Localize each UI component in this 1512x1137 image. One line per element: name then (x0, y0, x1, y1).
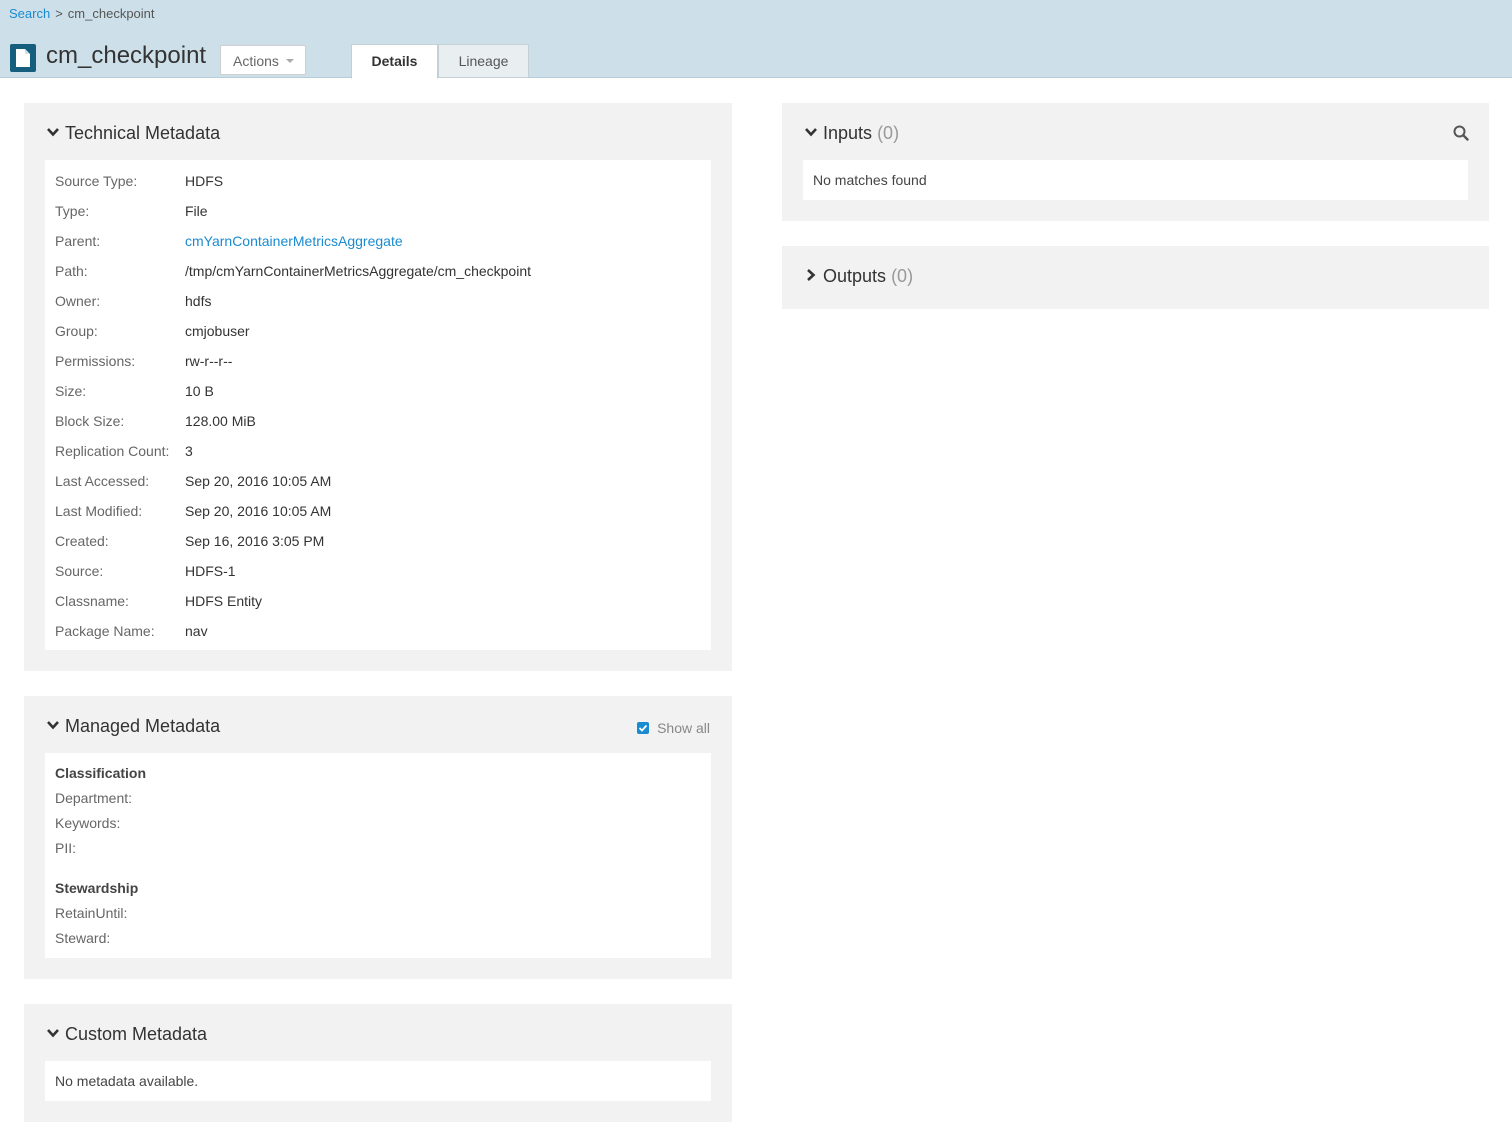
tm-label: Classname: (55, 593, 129, 609)
tm-value: hdfs (185, 293, 212, 309)
technical-metadata-body: Source Type: HDFS Type: File Parent: cmYarn… (45, 160, 711, 650)
tm-label: Source Type: (55, 173, 138, 189)
tm-label: Block Size: (55, 413, 125, 429)
page-title: cm_checkpoint (46, 42, 207, 69)
tm-value: 128.00 MiB (185, 413, 256, 429)
field-retain-until: RetainUntil: (55, 905, 128, 921)
inputs-empty: No matches found (813, 172, 927, 188)
chevron-down-icon (47, 721, 59, 730)
tm-label: Package Name: (55, 623, 155, 639)
outputs-header[interactable]: Outputs (0) (804, 266, 913, 287)
managed-metadata-header[interactable]: Managed Metadata (46, 716, 220, 737)
chevron-down-icon (805, 128, 817, 137)
chevron-right-icon (807, 269, 816, 282)
custom-metadata-panel: Custom Metadata No metadata available. (24, 1004, 732, 1122)
inputs-title: Inputs (823, 123, 873, 143)
actions-dropdown-button[interactable]: Actions (220, 45, 306, 75)
field-steward: Steward: (55, 930, 111, 946)
caret-down-icon (286, 59, 294, 63)
chevron-down-icon (47, 128, 59, 137)
file-icon (10, 44, 36, 72)
search-icon[interactable] (1453, 125, 1469, 141)
technical-metadata-header[interactable]: Technical Metadata (46, 123, 220, 144)
tm-value: HDFS (185, 173, 224, 189)
tm-label: Type: (55, 203, 90, 219)
tm-label: Created: (55, 533, 109, 549)
tm-value: 3 (185, 443, 193, 459)
inputs-body: No matches found (803, 160, 1468, 200)
tm-label: Last Modified: (55, 503, 143, 519)
custom-metadata-empty: No metadata available. (55, 1073, 199, 1089)
tab-lineage[interactable]: Lineage (438, 44, 529, 78)
breadcrumb-current: cm_checkpoint (67, 6, 155, 21)
chevron-down-icon (47, 1029, 59, 1038)
managed-metadata-panel: Managed Metadata Show all Classification… (24, 696, 732, 979)
inputs-panel: Inputs (0) No matches found (782, 103, 1489, 221)
tm-value: rw-r--r-- (185, 353, 233, 369)
tm-value: nav (185, 623, 208, 639)
actions-label: Actions (233, 53, 279, 69)
tm-label: Last Accessed: (55, 473, 150, 489)
tm-label: Path: (55, 263, 88, 279)
tm-label: Source: (55, 563, 104, 579)
custom-metadata-title: Custom Metadata (65, 1024, 208, 1044)
outputs-panel: Outputs (0) (782, 246, 1489, 309)
technical-metadata-panel: Technical Metadata Source Type: HDFS Type… (24, 103, 732, 671)
custom-metadata-header[interactable]: Custom Metadata (46, 1024, 207, 1045)
managed-metadata-body: Classification Department: Keywords: PII… (45, 753, 711, 958)
tab-details[interactable]: Details (351, 44, 438, 79)
tm-label: Permissions: (55, 353, 136, 369)
tm-label: Size: (55, 383, 87, 399)
show-all-checkbox[interactable] (637, 722, 650, 735)
custom-metadata-body: No metadata available. (45, 1061, 711, 1101)
tm-value: File (185, 203, 208, 219)
tm-value: HDFS Entity (185, 593, 263, 609)
tm-label: Group: (55, 323, 98, 339)
show-all-label: Show all (657, 720, 710, 736)
managed-metadata-title: Managed Metadata (65, 716, 221, 736)
tm-value: cmjobuser (185, 323, 250, 339)
show-all-toggle[interactable]: Show all (637, 720, 710, 736)
field-pii: PII: (55, 840, 77, 856)
section-classification: Classification (55, 765, 147, 781)
field-department: Department: (55, 790, 133, 806)
tm-value: Sep 20, 2016 10:05 AM (185, 503, 332, 519)
tm-value: Sep 20, 2016 10:05 AM (185, 473, 332, 489)
breadcrumb-separator: > (55, 6, 63, 21)
inputs-count: (0) (877, 123, 900, 143)
tm-label: Owner: (55, 293, 101, 309)
page-header: Search > cm_checkpoint cm_checkpoint Actio… (0, 0, 1512, 79)
tm-label: Parent: (55, 233, 101, 249)
inputs-header[interactable]: Inputs (0) (804, 123, 899, 144)
parent-link[interactable]: cmYarnContainerMetricsAggregate (185, 233, 403, 249)
technical-metadata-title: Technical Metadata (65, 123, 221, 143)
tm-value: Sep 16, 2016 3:05 PM (185, 533, 325, 549)
breadcrumb-search-link[interactable]: Search (9, 6, 50, 21)
breadcrumb: Search > cm_checkpoint (9, 6, 155, 21)
field-keywords: Keywords: (55, 815, 121, 831)
tm-value: 10 B (185, 383, 214, 399)
tm-value: HDFS-1 (185, 563, 236, 579)
outputs-count: (0) (891, 266, 914, 286)
check-icon (638, 725, 648, 733)
section-stewardship: Stewardship (55, 880, 139, 896)
tm-label: Replication Count: (55, 443, 170, 459)
tm-value: /tmp/cmYarnContainerMetricsAggregate/cm_… (185, 263, 532, 279)
outputs-title: Outputs (823, 266, 887, 286)
